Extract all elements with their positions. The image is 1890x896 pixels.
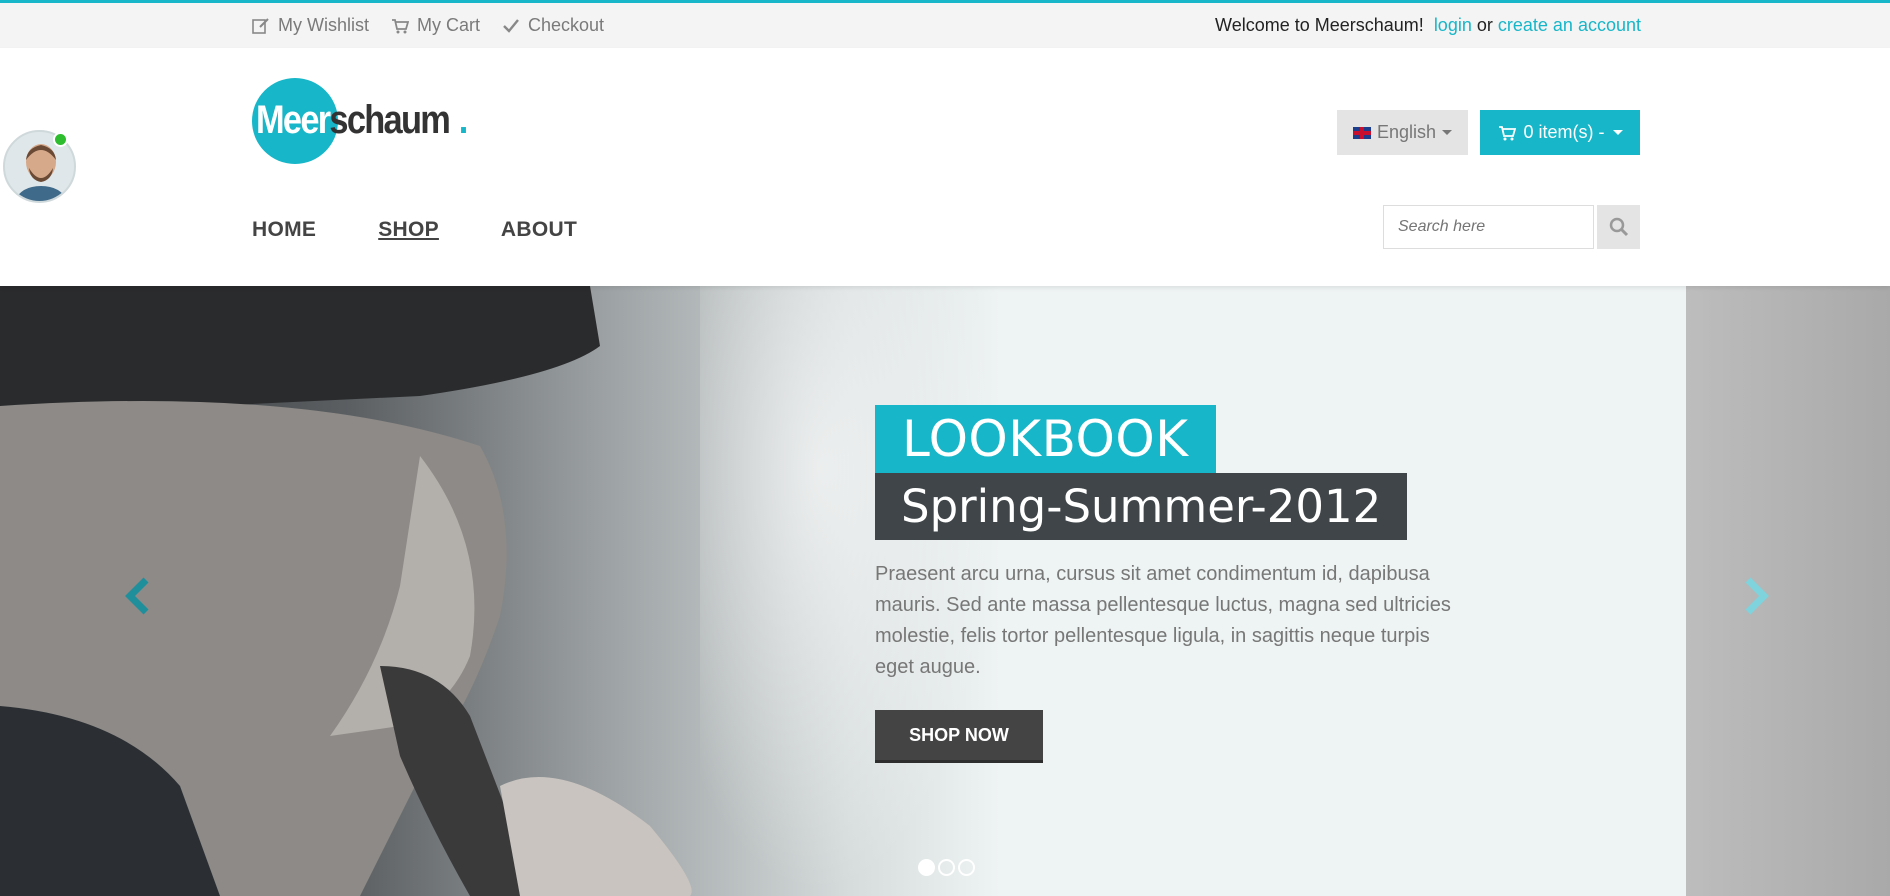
top-links: My Wishlist My Cart Checkout (252, 3, 604, 48)
checkout-label: Checkout (528, 15, 605, 35)
cart-count-label: 0 item(s) - (1523, 122, 1605, 142)
welcome-text: Welcome to Meerschaum! (1215, 15, 1424, 35)
or-text: or (1476, 15, 1493, 35)
cart-icon (1498, 125, 1516, 140)
check-icon (503, 18, 519, 33)
search-button[interactable] (1597, 205, 1640, 249)
slide-dot-1[interactable] (918, 859, 935, 876)
hero-slider: LOOKBOOK Spring-Summer-2012 Praesent arc… (0, 286, 1890, 896)
nav-shop[interactable]: SHOP (378, 218, 439, 242)
login-link[interactable]: login (1434, 15, 1472, 36)
my-cart-label: My Cart (417, 15, 480, 35)
language-dropdown[interactable]: English (1337, 110, 1468, 155)
chevron-down-icon (1612, 130, 1623, 135)
top-bar: My Wishlist My Cart Checkout Welcome to … (0, 0, 1890, 48)
slide-subtitle: Spring-Summer-2012 (875, 473, 1408, 540)
prev-slide-arrow[interactable] (122, 576, 156, 616)
edit-icon (252, 17, 269, 34)
checkout-link[interactable]: Checkout (502, 15, 604, 36)
my-cart-link[interactable]: My Cart (391, 15, 480, 36)
create-account-link[interactable]: create an account (1498, 15, 1641, 36)
uk-flag-icon (1352, 126, 1371, 139)
logo[interactable]: Meerschaum . (252, 78, 492, 164)
slide-pagination (918, 859, 975, 876)
nav-about[interactable]: ABOUT (501, 218, 577, 242)
site-header: Meerschaum . English 0 item(s) - HOME SH… (0, 48, 1890, 286)
cart-dropdown-button[interactable]: 0 item(s) - (1480, 110, 1640, 155)
chevron-down-icon (1442, 130, 1453, 135)
next-slide-arrow[interactable] (1738, 576, 1772, 616)
slide-dot-3[interactable] (958, 859, 975, 876)
account-links: Welcome to Meerschaum! login or create a… (1215, 3, 1641, 48)
main-nav: HOME SHOP ABOUT (252, 218, 577, 242)
slide-description: Praesent arcu urna, cursus sit amet cond… (875, 563, 1451, 678)
chevron-left-icon (125, 577, 149, 615)
search-input[interactable] (1383, 205, 1594, 249)
wishlist-link[interactable]: My Wishlist (252, 15, 369, 36)
slide-title: LOOKBOOK (875, 405, 1216, 473)
shop-now-button[interactable]: SHOP NOW (875, 710, 1043, 763)
nav-home[interactable]: HOME (252, 218, 316, 242)
chevron-right-icon (1745, 577, 1769, 615)
slide-dot-2[interactable] (938, 859, 955, 876)
wishlist-label: My Wishlist (278, 15, 369, 35)
cart-icon (392, 18, 409, 33)
hero-right-panel (1686, 286, 1890, 896)
online-status-indicator (53, 132, 68, 147)
logo-text: Meerschaum . (256, 96, 468, 144)
search-icon (1609, 217, 1628, 237)
language-label: English (1376, 122, 1437, 142)
